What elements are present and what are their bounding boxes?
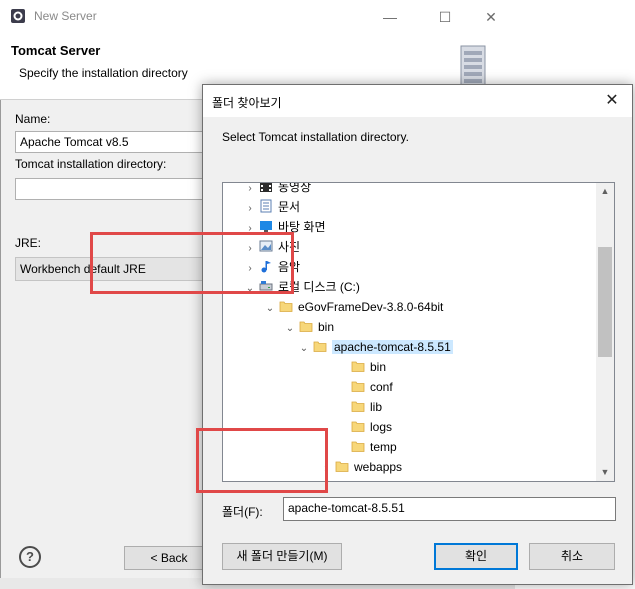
tree-item-label: apache-tomcat-8.5.51 (332, 340, 453, 354)
dialog-titlebar: 폴더 찾아보기 ✕ (203, 85, 632, 117)
installation-directory-label: Tomcat installation directory: (15, 157, 167, 171)
tree-item[interactable]: lib (335, 397, 382, 417)
wizard-description: Specify the installation directory (19, 66, 188, 80)
folder-icon (335, 459, 349, 473)
folder-icon (351, 359, 365, 373)
folder-browse-dialog: 폴더 찾아보기 ✕ Select Tomcat installation dir… (202, 84, 633, 585)
close-button[interactable]: ✕ (476, 6, 506, 28)
scroll-down-icon[interactable]: ▼ (596, 464, 614, 481)
maximize-button[interactable]: ☐ (430, 6, 460, 28)
tree-item-label: bin (318, 320, 335, 334)
highlight-box-ok-button (196, 428, 328, 493)
desktop-icon (259, 219, 273, 233)
tree-item[interactable]: temp (335, 437, 397, 457)
tree-item-label: 동영상 (278, 182, 312, 194)
jre-label: JRE: (15, 236, 42, 250)
eclipse-app-icon (11, 9, 25, 23)
cancel-button[interactable]: 취소 (529, 543, 615, 570)
tree-item-label: 문서 (278, 200, 301, 214)
tree-item[interactable]: › 동영상 (243, 182, 312, 197)
tree-item-label: bin (370, 360, 387, 374)
folder-icon (351, 439, 365, 453)
tree-item[interactable]: logs (335, 417, 392, 437)
tree-item[interactable]: › 문서 (243, 197, 300, 217)
help-icon[interactable]: ? (19, 546, 41, 568)
folder-label: 폴더(F): (222, 505, 263, 519)
wizard-title: Tomcat Server (11, 43, 101, 58)
scroll-up-icon[interactable]: ▲ (596, 183, 614, 200)
dialog-close-button[interactable]: ✕ (599, 90, 625, 112)
dialog-title: 폴더 찾아보기 (212, 96, 282, 110)
tree-item-label: logs (370, 420, 393, 434)
new-folder-button[interactable]: 새 폴더 만들기(M) (222, 543, 342, 570)
tree-item-label: webapps (354, 460, 403, 474)
name-label: Name: (15, 112, 51, 126)
folder-input[interactable]: apache-tomcat-8.5.51 (283, 497, 616, 521)
dialog-instruction: Select Tomcat installation directory. (222, 130, 409, 144)
scroll-thumb[interactable] (598, 247, 612, 357)
new-server-titlebar: New Server — ☐ ✕ (0, 0, 515, 34)
folder-icon (279, 299, 293, 313)
tree-item-label: temp (370, 440, 397, 454)
tree-item[interactable]: conf (335, 377, 393, 397)
tree-item[interactable]: ⌄ bin (283, 317, 334, 337)
video-icon (259, 183, 273, 193)
tree-item-label: lib (370, 400, 383, 414)
chevron-right-icon[interactable]: › (243, 199, 257, 219)
chevron-down-icon[interactable]: ⌄ (263, 299, 277, 319)
back-button[interactable]: < Back (124, 546, 214, 570)
folder-icon (351, 379, 365, 393)
tree-item[interactable]: › webapps (319, 457, 402, 477)
tree-item-label: conf (370, 380, 393, 394)
folder-icon (351, 399, 365, 413)
folder-icon (313, 339, 327, 353)
minimize-button[interactable]: — (375, 6, 405, 28)
tree-item-label: eGovFrameDev-3.8.0-64bit (298, 300, 444, 314)
chevron-down-icon[interactable]: ⌄ (297, 339, 311, 359)
ok-button[interactable]: 확인 (434, 543, 518, 570)
highlight-box-selected-folder (90, 232, 294, 294)
document-icon (259, 199, 273, 213)
window-title: New Server (34, 9, 97, 23)
tree-item[interactable]: ⌄ eGovFrameDev-3.8.0-64bit (263, 297, 444, 319)
tree-item[interactable]: bin (335, 357, 386, 377)
folder-icon (299, 319, 313, 333)
tree-scrollbar[interactable]: ▲ ▼ (596, 183, 614, 481)
chevron-down-icon[interactable]: ⌄ (283, 319, 297, 339)
tree-item[interactable]: ⌄ apache-tomcat-8.5.51 (297, 337, 453, 357)
server-name-input[interactable]: Apache Tomcat v8.5 (15, 131, 215, 153)
folder-icon (351, 419, 365, 433)
installation-directory-input[interactable] (15, 178, 215, 200)
